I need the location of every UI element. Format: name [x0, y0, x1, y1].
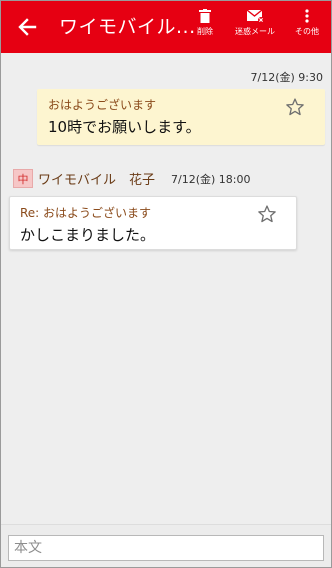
- sent-body: 10時でお願いします。: [48, 118, 201, 136]
- sim-badge: 中: [13, 169, 33, 188]
- received-timestamp: 7/12(金) 18:00: [171, 173, 251, 186]
- delete-label: 削除: [197, 27, 213, 36]
- star-outline-icon: [258, 205, 276, 223]
- arrow-left-icon: [18, 18, 37, 36]
- sender-row: 中 ワイモバイル 花子 7/12(金) 18:00: [13, 167, 323, 189]
- more-vertical-icon: [305, 9, 309, 23]
- star-outline-icon: [286, 98, 304, 116]
- thread-title: ワイモバイル...: [59, 16, 196, 38]
- sender-name: ワイモバイル 花子: [38, 173, 156, 188]
- received-message-bubble[interactable]: Re: おはようございます かしこまりました。: [9, 196, 297, 250]
- more-label: その他: [295, 27, 319, 36]
- sent-message-bubble[interactable]: おはようございます 10時でお願いします。: [37, 89, 325, 145]
- sent-subject: おはようございます: [48, 98, 157, 112]
- trash-icon: [199, 9, 211, 23]
- more-button[interactable]: その他: [287, 9, 327, 47]
- message-thread-screen: ワイモバイル... 削除 迷惑メール その他 7/12(金) 9:30 おはよう…: [0, 0, 332, 568]
- received-subject: Re: おはようございます: [20, 206, 152, 220]
- sent-timestamp: 7/12(金) 9:30: [250, 71, 323, 84]
- delete-button[interactable]: 削除: [187, 9, 223, 47]
- received-star-button[interactable]: [256, 203, 278, 225]
- mail-icon: [246, 9, 264, 23]
- sent-star-button[interactable]: [284, 96, 306, 118]
- spam-mail-label: 迷惑メール: [235, 27, 275, 36]
- spam-mail-button[interactable]: 迷惑メール: [233, 9, 277, 47]
- back-button[interactable]: [7, 7, 47, 47]
- body-input[interactable]: [8, 535, 324, 561]
- app-bar: ワイモバイル... 削除 迷惑メール その他: [1, 1, 331, 53]
- composer-bar: [1, 524, 331, 567]
- received-body: かしこまりました。: [20, 226, 156, 244]
